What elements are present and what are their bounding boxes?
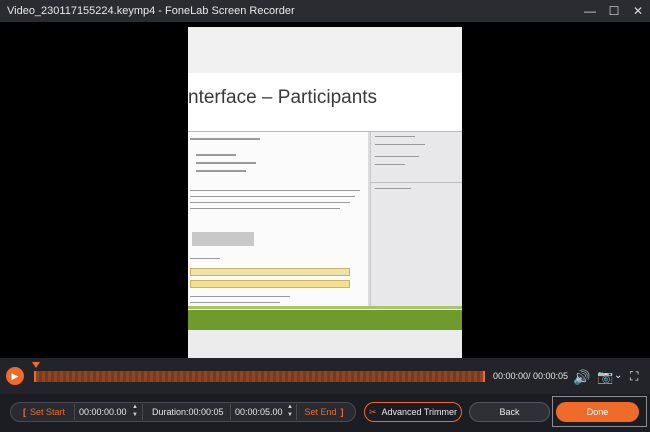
- chevron-down-icon[interactable]: ⌄: [614, 370, 622, 381]
- text-line: [375, 156, 419, 157]
- screenshot-sidebar: [370, 132, 462, 307]
- playhead-marker[interactable]: [32, 362, 40, 368]
- slide-title: nterface – Participants: [188, 87, 378, 108]
- end-time-stepper[interactable]: ▲ ▼: [286, 403, 294, 421]
- play-button[interactable]: ▶: [6, 367, 24, 385]
- window-title: Video_230117155224.keymp4 - FoneLab Scre…: [7, 5, 295, 17]
- timeline-progress: [36, 371, 483, 382]
- text-line: [196, 162, 256, 164]
- timeline-track[interactable]: [34, 371, 485, 382]
- text-line: [190, 202, 350, 203]
- start-time-stepper[interactable]: ▲ ▼: [131, 403, 139, 421]
- spin-up-icon[interactable]: ▲: [131, 403, 139, 411]
- start-time-field[interactable]: 00:00:00.00: [79, 402, 127, 422]
- spin-down-icon[interactable]: ▼: [131, 411, 139, 419]
- spin-up-icon[interactable]: ▲: [286, 403, 294, 411]
- end-time-field[interactable]: 00:00:05.00: [235, 402, 283, 422]
- text-line: [196, 170, 246, 172]
- advanced-trimmer-label: Advanced Trimmer: [381, 407, 458, 417]
- text-line: [190, 190, 360, 191]
- download-bar: [190, 268, 350, 276]
- text-line: [190, 196, 355, 197]
- set-start-label: Set Start: [29, 407, 65, 417]
- close-button[interactable]: ✕: [626, 0, 650, 22]
- set-start-button[interactable]: [ Set Start: [10, 402, 74, 422]
- slide-footer-line: [188, 306, 462, 309]
- divider: [142, 404, 143, 420]
- text-line: [375, 136, 415, 137]
- divider: [74, 404, 75, 420]
- text-line: [196, 154, 236, 156]
- slide-footer-band: [188, 310, 462, 330]
- set-end-button[interactable]: Set End ]: [296, 402, 356, 422]
- bracket-close-icon: ]: [340, 407, 344, 417]
- back-button[interactable]: Back: [469, 402, 550, 422]
- maximize-button[interactable]: ☐: [602, 0, 626, 22]
- advanced-trimmer-button[interactable]: ✂ Advanced Trimmer: [364, 402, 462, 422]
- text-line: [190, 208, 340, 209]
- screenshot-document: [188, 132, 368, 307]
- embedded-screenshot: [188, 131, 462, 307]
- trim-controls: [ Set Start 00:00:00.00 ▲ ▼ Duration:00:…: [0, 394, 650, 432]
- timeline-bar: ▶ 00:00:00/ 00:00:05 🔊 📷 ⌄ ⛶: [0, 358, 650, 394]
- text-line: [190, 258, 220, 259]
- bracket-open-icon: [: [22, 407, 26, 417]
- video-frame: nterface – Participants: [188, 27, 462, 358]
- done-button[interactable]: Done: [556, 402, 639, 422]
- minimize-button[interactable]: —: [578, 0, 602, 22]
- text-line: [190, 302, 280, 303]
- text-line: [375, 164, 405, 165]
- fullscreen-icon[interactable]: ⛶: [630, 369, 638, 384]
- title-bar: Video_230117155224.keymp4 - FoneLab Scre…: [0, 0, 650, 22]
- time-display: 00:00:00/ 00:00:05: [493, 371, 569, 381]
- text-line: [375, 188, 411, 189]
- slide-header-area: [188, 27, 462, 73]
- video-preview-area: nterface – Participants: [0, 22, 650, 358]
- camera-icon[interactable]: 📷: [597, 369, 613, 385]
- text-line: [190, 296, 290, 297]
- text-line: [375, 144, 425, 145]
- thumbnail-image: [192, 232, 254, 246]
- text-line: [190, 138, 260, 140]
- set-end-label: Set End: [304, 407, 337, 417]
- volume-icon[interactable]: 🔊: [573, 369, 590, 386]
- divider: [230, 404, 231, 420]
- divider: [371, 182, 462, 183]
- spin-down-icon[interactable]: ▼: [286, 411, 294, 419]
- download-bar: [190, 280, 350, 288]
- play-icon: ▶: [11, 370, 19, 381]
- trimmer-icon: ✂: [368, 406, 377, 417]
- slide-bottom-area: [188, 330, 462, 358]
- duration-display: Duration:00:00:05: [152, 407, 224, 417]
